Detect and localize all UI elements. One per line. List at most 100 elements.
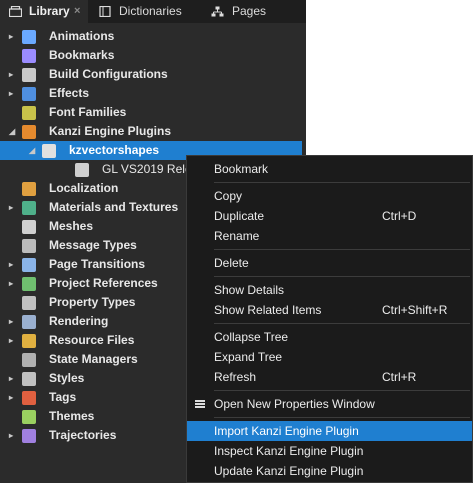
tree-item[interactable]: ▸ Animations — [0, 27, 306, 46]
tree-item[interactable]: ◢ Kanzi Engine Plugins — [0, 122, 306, 141]
collapse-arrow-icon[interactable]: ◢ — [29, 141, 35, 160]
tree-item-label: Message Types — [49, 238, 137, 252]
menu-item-label: Show Details — [214, 283, 285, 297]
expand-arrow-icon[interactable]: ▸ — [9, 255, 13, 274]
menu-item-label: Open New Properties Window — [214, 397, 375, 411]
tree-item-label: Bookmarks — [49, 48, 115, 62]
tree-item-label: Meshes — [49, 219, 94, 233]
tree-item-label: Font Families — [49, 105, 127, 119]
themes-icon — [22, 410, 36, 424]
tree-item-label: Trajectories — [49, 428, 117, 442]
menu-item-label: Collapse Tree — [214, 330, 289, 344]
tab-dictionaries[interactable]: Dictionaries — [91, 0, 201, 23]
menu-item-label: Refresh — [214, 370, 257, 384]
menu-item-duplicate[interactable]: Duplicate Ctrl+D — [187, 206, 472, 226]
tree-item-label: Tags — [49, 390, 77, 404]
menu-item-label: Expand Tree — [214, 350, 283, 364]
localization-icon — [22, 182, 36, 196]
tree-item-label: Build Configurations — [49, 67, 168, 81]
tree-item-label: Localization — [49, 181, 119, 195]
plugin-gear-icon — [42, 144, 56, 158]
trajectories-icon — [22, 429, 36, 443]
menu-item-inspect-kanzi-engine-plugin[interactable]: Inspect Kanzi Engine Plugin — [187, 441, 472, 461]
menu-separator — [214, 417, 470, 418]
menu-item-label: Duplicate — [214, 209, 265, 223]
menu-separator — [214, 276, 470, 277]
tab-library[interactable]: Library × — [0, 0, 88, 23]
expand-arrow-icon[interactable]: ▸ — [9, 65, 13, 84]
expand-arrow-icon[interactable]: ▸ — [9, 369, 13, 388]
menu-item-rename[interactable]: Rename — [187, 226, 472, 246]
menu-item-copy[interactable]: Copy — [187, 186, 472, 206]
font-families-icon — [22, 106, 36, 120]
resource-files-icon — [22, 334, 36, 348]
expand-arrow-icon[interactable]: ▸ — [9, 331, 13, 350]
menu-item-open-new-properties-window[interactable]: Open New Properties Window — [187, 394, 472, 414]
menu-item-import-kanzi-engine-plugin[interactable]: Import Kanzi Engine Plugin — [187, 421, 472, 441]
menu-item-update-kanzi-engine-plugin[interactable]: Update Kanzi Engine Plugin — [187, 461, 472, 481]
menu-item-show-related-items[interactable]: Show Related Items Ctrl+Shift+R — [187, 300, 472, 320]
tree-item-label: State Managers — [49, 352, 138, 366]
build-configurations-icon — [22, 68, 36, 82]
menu-separator — [214, 323, 470, 324]
expand-arrow-icon[interactable]: ▸ — [9, 426, 13, 445]
menu-item-label: Copy — [214, 189, 243, 203]
tree-item[interactable]: Bookmarks — [0, 46, 306, 65]
library-icon — [9, 6, 22, 17]
collapse-arrow-icon[interactable]: ◢ — [9, 122, 15, 141]
property-types-icon — [22, 296, 36, 310]
page-transitions-icon — [22, 258, 36, 272]
tree-item-label: Animations — [49, 29, 115, 43]
project-references-icon — [22, 277, 36, 291]
tree-item-label: Kanzi Engine Plugins — [49, 124, 172, 138]
menu-item-bookmark[interactable]: Bookmark — [187, 159, 472, 179]
tab-library-label: Library — [29, 4, 70, 18]
dll-icon — [75, 163, 89, 177]
tree-item-label: Page Transitions — [49, 257, 146, 271]
tags-icon — [22, 391, 36, 405]
tree-item[interactable]: Font Families — [0, 103, 306, 122]
menu-item-expand-tree[interactable]: Expand Tree — [187, 347, 472, 367]
animations-icon — [22, 30, 36, 44]
bookmarks-icon — [22, 49, 36, 63]
menu-item-label: Import Kanzi Engine Plugin — [214, 424, 359, 438]
menu-item-label: Update Kanzi Engine Plugin — [214, 464, 364, 478]
tree-item-label: Effects — [49, 86, 90, 100]
menu-item-label: Inspect Kanzi Engine Plugin — [214, 444, 364, 458]
menu-item-show-details[interactable]: Show Details — [187, 280, 472, 300]
message-types-icon — [22, 239, 36, 253]
tree-item-label: Property Types — [49, 295, 136, 309]
tree-item-label: Resource Files — [49, 333, 135, 347]
tree-item-label: Styles — [49, 371, 85, 385]
rendering-icon — [22, 315, 36, 329]
expand-arrow-icon[interactable]: ▸ — [9, 198, 13, 217]
menu-item-label: Bookmark — [214, 162, 269, 176]
menu-separator — [214, 249, 470, 250]
menu-item-shortcut: Ctrl+Shift+R — [382, 303, 448, 317]
tab-dictionaries-label: Dictionaries — [119, 4, 182, 18]
expand-arrow-icon[interactable]: ▸ — [9, 27, 13, 46]
menu-item-label: Rename — [214, 229, 260, 243]
menu-separator — [214, 390, 470, 391]
tab-bar: Library × Dictionaries Pages — [0, 0, 306, 23]
menu-item-refresh[interactable]: Refresh Ctrl+R — [187, 367, 472, 387]
expand-arrow-icon[interactable]: ▸ — [9, 388, 13, 407]
expand-arrow-icon[interactable]: ▸ — [9, 84, 13, 103]
tree-item[interactable]: ▸ Build Configurations — [0, 65, 306, 84]
state-managers-icon — [22, 353, 36, 367]
menu-item-shortcut: Ctrl+R — [382, 370, 417, 384]
menu-item-delete[interactable]: Delete — [187, 253, 472, 273]
pages-icon — [211, 6, 224, 17]
context-menu: Bookmark Copy Duplicate Ctrl+D Rename Delete S… — [186, 155, 473, 483]
properties-window-icon — [195, 400, 205, 408]
meshes-icon — [22, 220, 36, 234]
effects-icon — [22, 87, 36, 101]
menu-separator — [214, 182, 470, 183]
close-icon[interactable]: × — [74, 0, 80, 23]
menu-item-collapse-tree[interactable]: Collapse Tree — [187, 327, 472, 347]
expand-arrow-icon[interactable]: ▸ — [9, 274, 13, 293]
menu-item-shortcut: Ctrl+D — [382, 209, 417, 223]
tree-item[interactable]: ▸ Effects — [0, 84, 306, 103]
expand-arrow-icon[interactable]: ▸ — [9, 312, 13, 331]
tab-pages[interactable]: Pages — [205, 0, 285, 23]
